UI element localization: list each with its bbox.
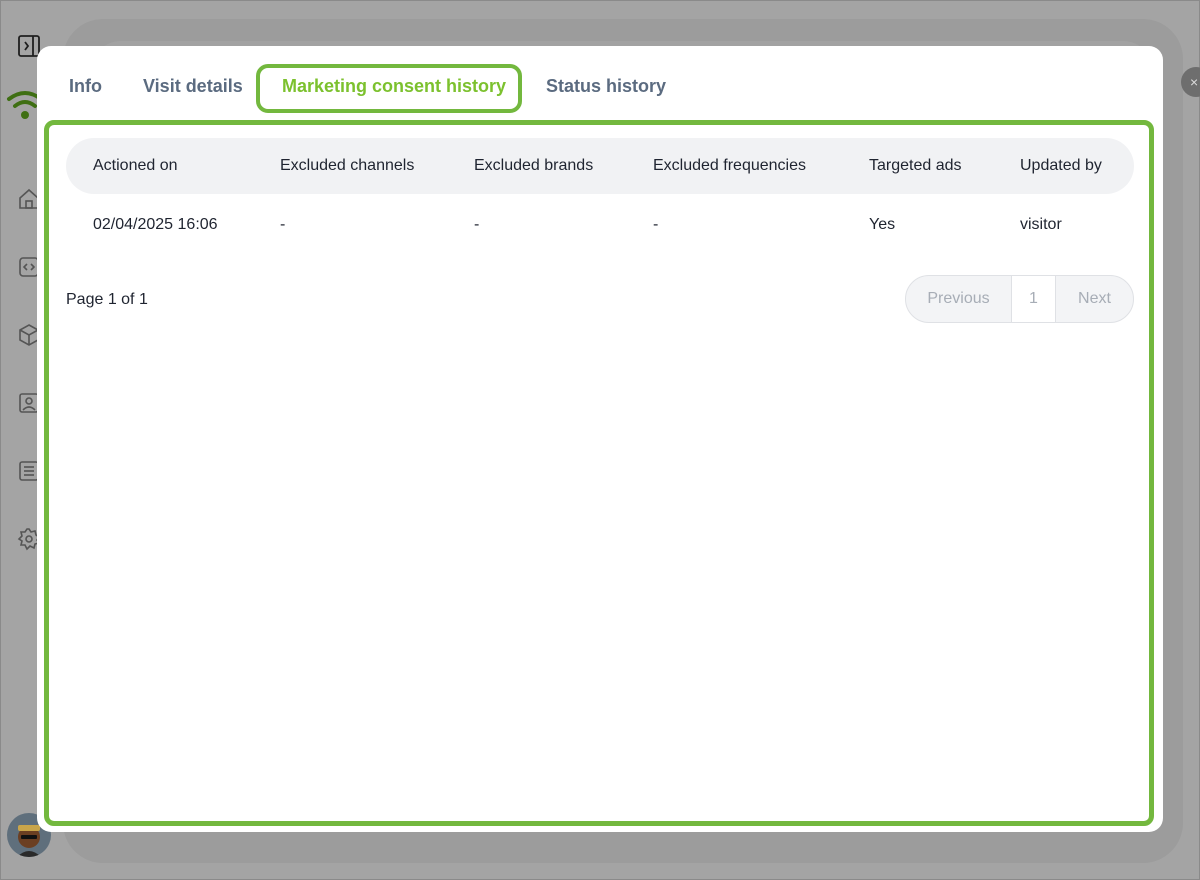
column-header-excluded-frequencies[interactable]: Excluded frequencies [653, 157, 806, 175]
previous-button[interactable]: Previous [906, 276, 1012, 322]
table-row: 02/04/2025 16:06 - - - Yes visitor [66, 203, 1134, 247]
page-1-button[interactable]: 1 [1012, 276, 1056, 322]
column-header-excluded-channels[interactable]: Excluded channels [280, 157, 414, 175]
visitor-details-modal: Info Visit details Marketing consent his… [37, 46, 1163, 832]
cell-excluded-brands: - [474, 216, 480, 233]
cell-excluded-frequencies: - [653, 216, 659, 233]
tab-info[interactable]: Info [69, 76, 102, 97]
column-header-updated-by[interactable]: Updated by [1020, 157, 1102, 175]
column-header-actioned-on[interactable]: Actioned on [93, 157, 178, 175]
tab-marketing-consent-history[interactable]: Marketing consent history [282, 76, 506, 97]
pagination: Previous 1 Next [905, 275, 1134, 323]
close-modal-icon[interactable]: × [1181, 67, 1200, 97]
column-header-targeted-ads[interactable]: Targeted ads [869, 157, 962, 175]
cell-targeted-ads: Yes [869, 216, 896, 233]
cell-actioned-on: 02/04/2025 16:06 [93, 216, 218, 233]
column-header-excluded-brands[interactable]: Excluded brands [474, 157, 593, 175]
cell-updated-by: visitor [1020, 216, 1062, 233]
tab-visit-details[interactable]: Visit details [143, 76, 243, 97]
table-header: Actioned on Excluded channels Excluded b… [66, 138, 1134, 194]
tab-bar: Info Visit details Marketing consent his… [37, 46, 1163, 122]
next-button[interactable]: Next [1056, 276, 1133, 322]
tab-content-panel: Actioned on Excluded channels Excluded b… [44, 120, 1154, 826]
page-info: Page 1 of 1 [66, 291, 148, 308]
cell-excluded-channels: - [280, 216, 286, 233]
tab-status-history[interactable]: Status history [546, 76, 666, 97]
